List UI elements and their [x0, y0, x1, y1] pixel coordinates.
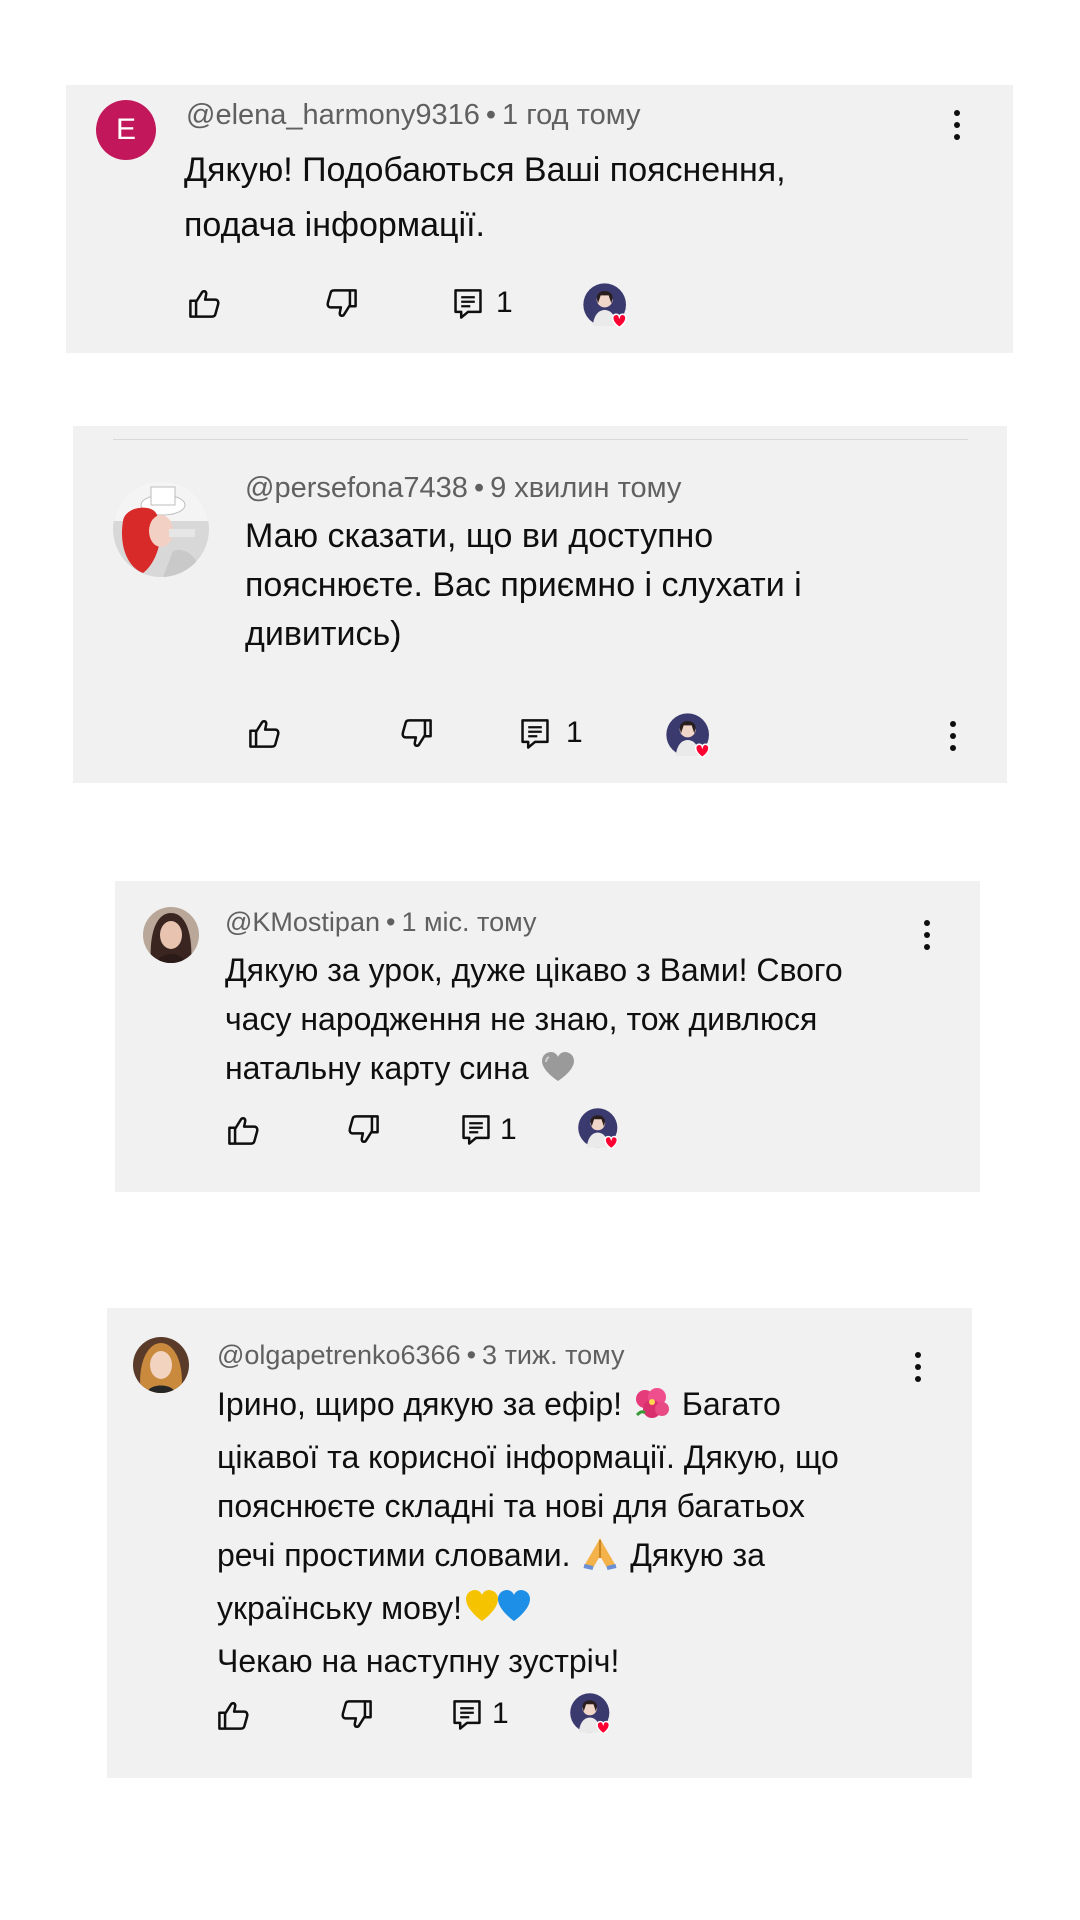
comment-text: Дякую за урок, дуже цікаво з Вами! Свого…: [225, 946, 843, 1097]
meta-separator: •: [466, 1340, 477, 1370]
comment-meta: @persefona7438 • 9 хвилин тому: [245, 472, 681, 505]
timestamp: 1 міс. тому: [401, 907, 537, 937]
creator-heart-icon: [569, 1692, 613, 1741]
dislike-icon[interactable]: [399, 717, 435, 751]
comment-text: Маю сказати, що ви доступно пояснюєте. В…: [245, 517, 802, 653]
dislike-icon[interactable]: [324, 287, 360, 321]
comment-card-2: @persefona7438 • 9 хвилин тому Маю сказати…: [73, 426, 1007, 783]
comment-meta: @elena_harmony9316 • 1 год тому: [186, 99, 640, 132]
like-icon[interactable]: [246, 716, 282, 750]
comment-text: Ірино, щиро дякую за ефір! Багато цікаво…: [217, 1384, 839, 1679]
timestamp: 3 тиж. тому: [482, 1340, 625, 1370]
more-options-icon[interactable]: [915, 915, 939, 955]
grey-heart-emoji: [540, 1048, 576, 1097]
like-icon[interactable]: [225, 1113, 261, 1147]
comment-text: Дякую! Подобаються Ваші пояснення, подач…: [184, 151, 786, 244]
reply-icon[interactable]: [460, 1113, 492, 1147]
creator-heart-icon: [665, 712, 713, 765]
author-handle[interactable]: @olgapetrenko6366: [217, 1340, 461, 1370]
meta-separator: •: [473, 472, 485, 504]
more-options-icon[interactable]: [906, 1347, 930, 1387]
avatar-elena[interactable]: E: [96, 100, 156, 160]
comment-card-1: E @elena_harmony9316 • 1 год тому Дякую! П…: [66, 85, 1013, 353]
like-icon[interactable]: [186, 286, 222, 320]
reply-count[interactable]: 1: [500, 1113, 517, 1147]
hibiscus-emoji: [633, 1384, 671, 1433]
comment-meta: @olgapetrenko6366 • 3 тиж. тому: [217, 1340, 625, 1371]
avatar-letter: E: [115, 113, 136, 146]
dislike-icon[interactable]: [346, 1113, 382, 1147]
reply-count[interactable]: 1: [566, 716, 583, 750]
comment-card-4: @olgapetrenko6366 • 3 тиж. тому Ірино, щир…: [107, 1308, 972, 1778]
author-handle[interactable]: @KMostipan: [225, 907, 380, 937]
avatar-olgapetrenko[interactable]: [133, 1337, 189, 1393]
meta-separator: •: [485, 99, 497, 131]
reply-icon[interactable]: [452, 287, 484, 321]
author-handle[interactable]: @elena_harmony9316: [186, 99, 480, 131]
creator-heart-icon: [577, 1107, 621, 1156]
comment-meta: @KMostipan • 1 міс. тому: [225, 907, 536, 938]
timestamp: 1 год тому: [502, 99, 641, 131]
avatar-persefona[interactable]: [113, 481, 209, 577]
divider: [113, 439, 968, 440]
yellow-blue-hearts-emoji: [464, 1588, 534, 1637]
folded-hands-emoji: [581, 1535, 619, 1584]
meta-separator: •: [385, 907, 396, 937]
like-icon[interactable]: [215, 1698, 251, 1732]
reply-icon[interactable]: [519, 717, 551, 751]
more-options-icon[interactable]: [945, 105, 969, 145]
more-options-icon[interactable]: [941, 716, 965, 756]
comment-card-3: @KMostipan • 1 міс. тому Дякую за урок, ду…: [115, 881, 980, 1192]
avatar-kmostipan[interactable]: [143, 907, 199, 963]
creator-heart-icon: [582, 282, 630, 335]
reply-icon[interactable]: [451, 1698, 483, 1732]
timestamp: 9 хвилин тому: [490, 472, 682, 504]
author-handle[interactable]: @persefona7438: [245, 472, 468, 504]
reply-count[interactable]: 1: [496, 286, 513, 320]
reply-count[interactable]: 1: [492, 1697, 509, 1731]
dislike-icon[interactable]: [339, 1698, 375, 1732]
